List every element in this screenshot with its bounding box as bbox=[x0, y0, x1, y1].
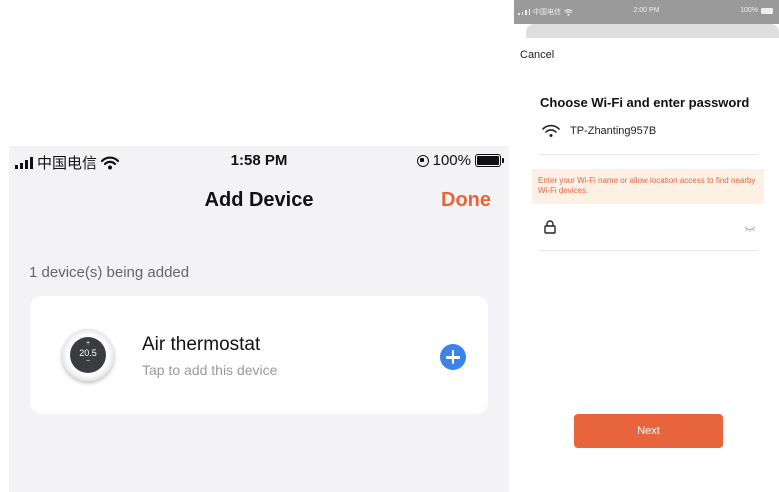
status-bar: 中国电信 1:58 PM 100% bbox=[9, 146, 509, 174]
wifi-network-selector[interactable]: TP-Zhanting957B bbox=[540, 120, 758, 155]
battery-percent: 100% bbox=[740, 7, 758, 14]
location-warning-banner: Enter your Wi-Fi name or allow location … bbox=[532, 169, 764, 204]
rotation-lock-icon bbox=[416, 154, 429, 167]
sheet-edge bbox=[526, 24, 779, 38]
next-button[interactable]: Next bbox=[574, 414, 723, 448]
battery-percent: 100% bbox=[432, 152, 471, 169]
battery-icon bbox=[475, 154, 504, 167]
devices-count-label: 1 device(s) being added bbox=[29, 264, 190, 281]
wifi-icon bbox=[542, 124, 560, 137]
thermostat-dial: + 20.5 − bbox=[70, 337, 106, 373]
password-input[interactable] bbox=[568, 218, 732, 240]
battery-icon bbox=[761, 7, 773, 14]
wifi-network-name: TP-Zhanting957B bbox=[570, 125, 657, 137]
device-name: Air thermostat bbox=[142, 334, 261, 355]
status-battery-group: 100% bbox=[416, 152, 504, 169]
status-battery-group: 100% bbox=[740, 7, 773, 14]
password-row bbox=[540, 216, 758, 251]
eye-closed-icon[interactable] bbox=[744, 226, 756, 232]
dial-plus: + bbox=[85, 340, 91, 347]
thermostat-image: + 20.5 − bbox=[62, 329, 114, 381]
status-bar: 中国电信 2:00 PM 100% bbox=[514, 0, 779, 24]
done-button[interactable]: Done bbox=[441, 189, 491, 212]
wifi-setup-screen: 中国电信 2:00 PM 100% Cancel Choose Wi-Fi an… bbox=[514, 0, 779, 492]
lock-icon bbox=[544, 220, 556, 234]
plus-circle-icon[interactable] bbox=[440, 344, 466, 370]
device-subtitle: Tap to add this device bbox=[142, 362, 278, 378]
cancel-button[interactable]: Cancel bbox=[520, 49, 554, 61]
thermostat-reading: 20.5 bbox=[79, 348, 97, 358]
page-title: Choose Wi-Fi and enter password bbox=[540, 95, 750, 110]
page-title: Add Device bbox=[204, 189, 314, 211]
device-card-air-thermostat[interactable]: + 20.5 − Air thermostat Tap to add this … bbox=[30, 296, 488, 414]
dial-minus: − bbox=[85, 358, 91, 365]
add-device-screen: 中国电信 1:58 PM 100% Add Device Done 1 devi… bbox=[9, 146, 509, 492]
